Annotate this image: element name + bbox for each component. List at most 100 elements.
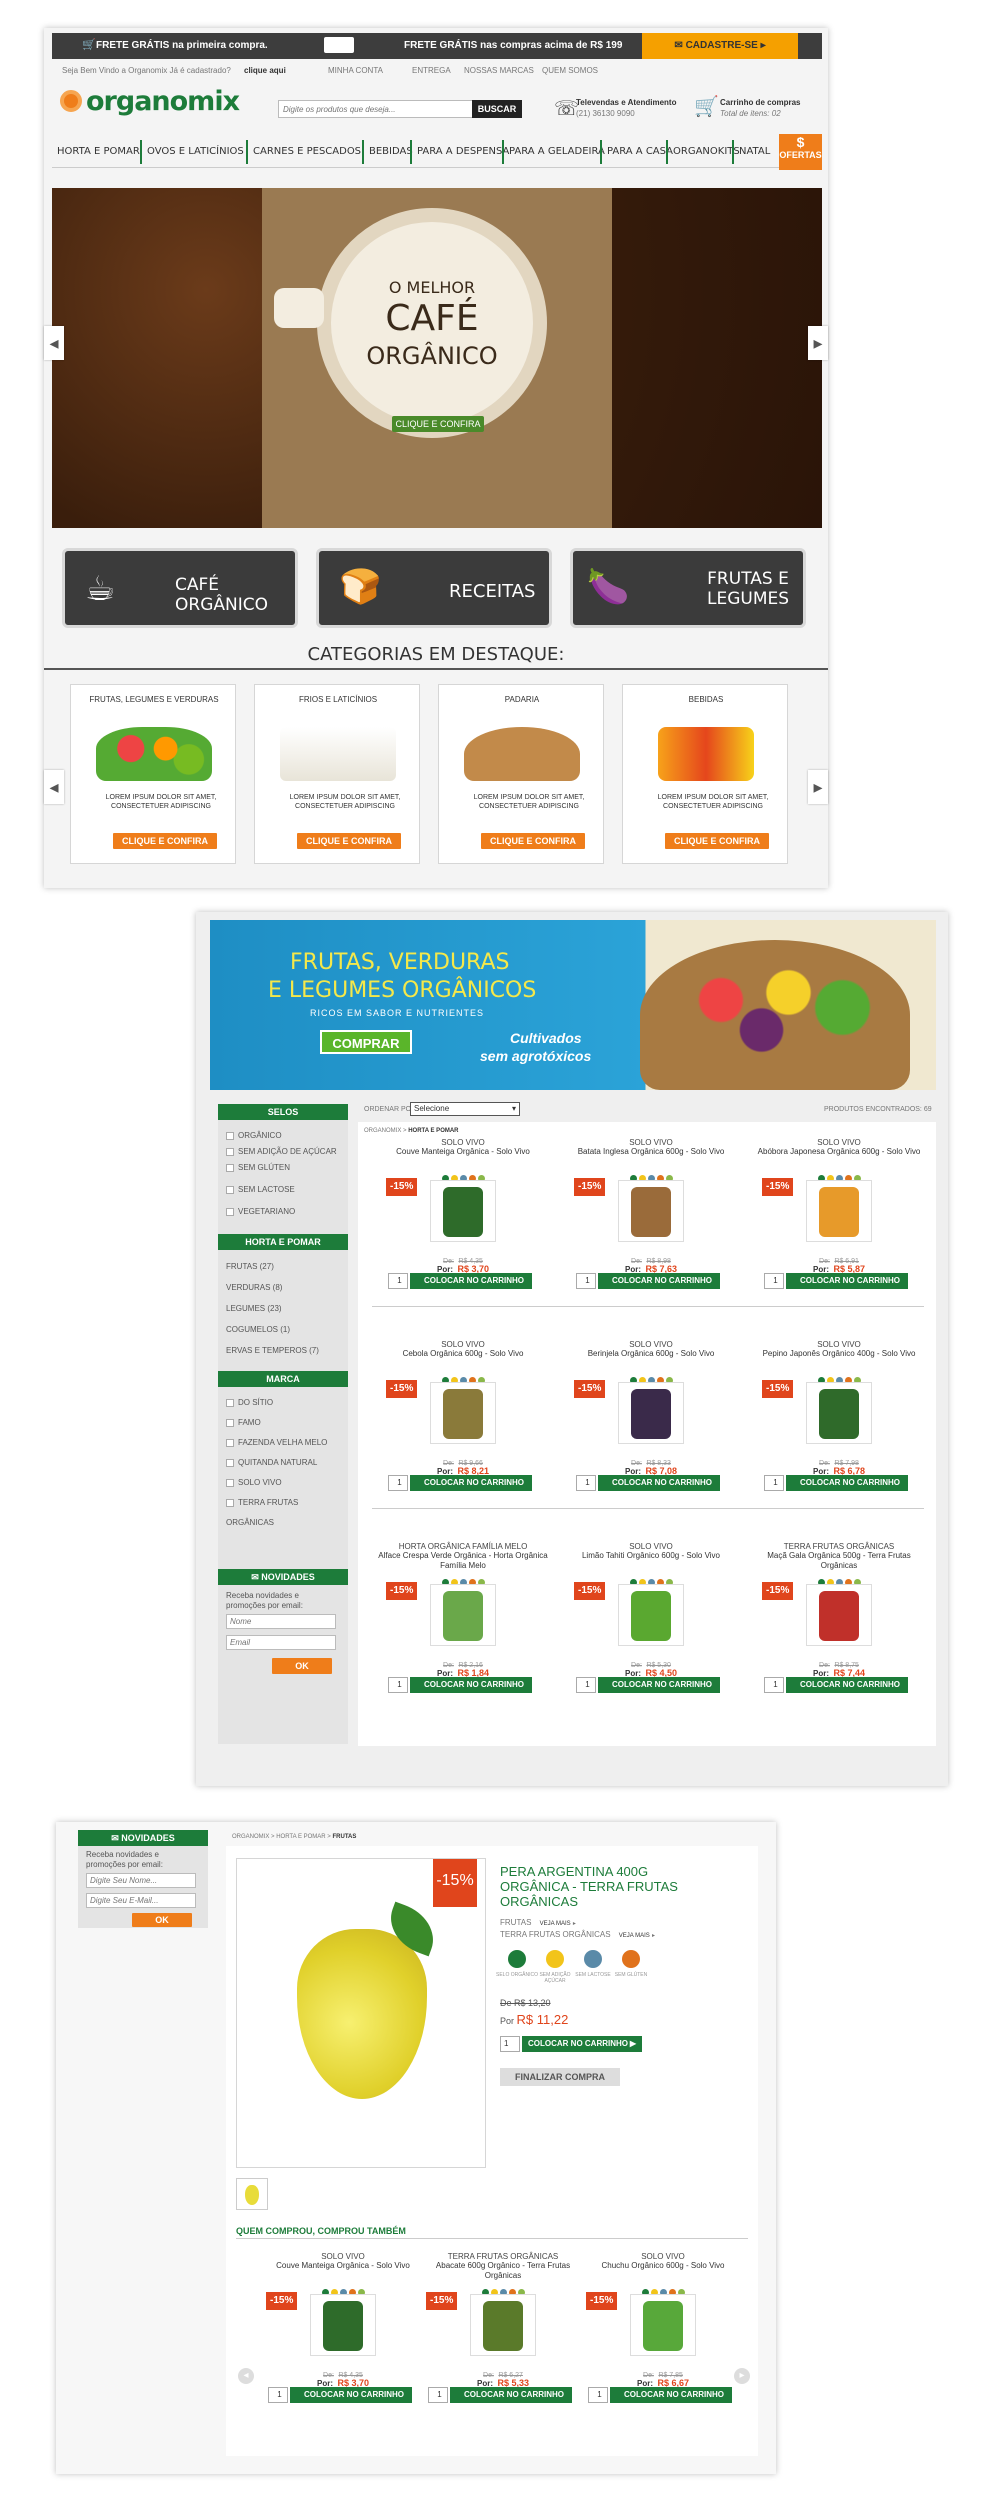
product-image[interactable] xyxy=(618,1180,684,1242)
promo-frutas-legumes[interactable]: 🍆 FRUTAS E LEGUMES xyxy=(570,548,806,628)
brands-link[interactable]: NOSSAS MARCAS xyxy=(464,66,534,75)
checkbox[interactable] xyxy=(226,1147,234,1156)
product-name[interactable]: Couve Manteiga Orgânica - Solo Vivo xyxy=(378,1147,548,1167)
search-button[interactable]: BUSCAR xyxy=(472,100,522,118)
product-name[interactable]: Alface Crespa Verde Orgânica - Horta Org… xyxy=(378,1551,548,1571)
product-image[interactable] xyxy=(618,1584,684,1646)
qty-stepper[interactable]: 1 xyxy=(764,1677,784,1693)
product-name[interactable]: Berinjela Orgânica 600g - Solo Vivo xyxy=(566,1349,736,1369)
hero-cta-button[interactable]: CLIQUE E CONFIRA xyxy=(392,416,484,432)
nav-geladeira[interactable]: PARA A GELADEIRA xyxy=(502,140,605,164)
add-to-cart-button[interactable]: COLOCAR NO CARRINHO xyxy=(450,2387,572,2403)
cat-cogumelos[interactable]: COGUMELOS (1) xyxy=(226,1319,340,1340)
listing-banner[interactable]: FRUTAS, VERDURAS E LEGUMES ORGÂNICOS RIC… xyxy=(210,920,936,1090)
checkbox[interactable] xyxy=(226,1458,234,1467)
crumb-link[interactable]: ORGANOMIX > xyxy=(232,1834,275,1840)
nav-ovos-laticinios[interactable]: OVOS E LATICÍNIOS xyxy=(140,140,244,164)
product-card[interactable]: HORTA ORGÂNICA FAMÍLIA MELO Alface Crespa… xyxy=(378,1542,548,1693)
product-card[interactable]: SOLO VIVO Cebola Orgânica 600g - Solo Viv… xyxy=(378,1340,548,1491)
nav-ofertas[interactable]: $ OFERTAS xyxy=(779,134,822,170)
product-image[interactable] xyxy=(618,1382,684,1444)
qty-stepper[interactable]: 1 xyxy=(388,1475,408,1491)
product-name[interactable]: Couve Manteiga Orgânica - Solo Vivo xyxy=(258,2261,428,2281)
checkbox[interactable] xyxy=(226,1185,234,1194)
brand-solo-vivo[interactable]: SOLO VIVO xyxy=(226,1473,340,1493)
seal-sem-gluten[interactable]: SEM GLÚTEN xyxy=(226,1160,340,1176)
nav-horta-pomar[interactable]: HORTA E POMAR xyxy=(52,140,140,164)
checkbox[interactable] xyxy=(226,1438,234,1447)
detail-qty-stepper[interactable]: 1 xyxy=(500,2036,520,2052)
hero-next-arrow[interactable]: ▸ xyxy=(808,326,828,360)
product-card[interactable]: SOLO VIVO Pepino Japonês Orgânico 400g - … xyxy=(754,1340,924,1491)
delivery-link[interactable]: ENTREGA xyxy=(412,66,451,75)
featured-card-cta[interactable]: CLIQUE E CONFIRA xyxy=(113,833,217,849)
product-card[interactable]: TERRA FRUTAS ORGÂNICAS Abacate 600g Orgân… xyxy=(418,2252,588,2403)
brand-do-sitio[interactable]: DO SÍTIO xyxy=(226,1393,340,1413)
seal-sem-acucar[interactable]: SEM ADIÇÃO DE AÇÚCAR xyxy=(226,1147,340,1157)
seal-sem-lactose[interactable]: SEM LACTOSE xyxy=(226,1182,340,1198)
shopping-cart-icon[interactable]: 🛒 xyxy=(694,94,719,119)
add-to-cart-button[interactable]: COLOCAR NO CARRINHO xyxy=(598,1677,720,1693)
qty-stepper[interactable]: 1 xyxy=(576,1475,596,1491)
nav-carnes-pescados[interactable]: CARNES E PESCADOS xyxy=(246,140,361,164)
featured-prev-arrow[interactable]: ◂ xyxy=(44,770,64,804)
product-card[interactable]: SOLO VIVO Chuchu Orgânico 600g - Solo Viv… xyxy=(578,2252,748,2403)
banner-buy-button[interactable]: COMPRAR xyxy=(320,1030,412,1054)
product-image[interactable] xyxy=(430,1584,496,1646)
add-to-cart-button[interactable]: COLOCAR NO CARRINHO xyxy=(598,1475,720,1491)
crumb-link[interactable]: HORTA E POMAR > xyxy=(276,1834,331,1840)
crumb-link[interactable]: ORGANOMIX > xyxy=(364,1128,407,1134)
nav-natal[interactable]: NATAL xyxy=(732,140,770,164)
qty-stepper[interactable]: 1 xyxy=(576,1677,596,1693)
promo-receitas[interactable]: 🍞 RECEITAS xyxy=(316,548,552,628)
brand-terra-frutas[interactable]: TERRA FRUTAS ORGÂNICAS xyxy=(226,1493,340,1533)
newsletter-email-input[interactable] xyxy=(226,1635,336,1650)
add-to-cart-button[interactable]: COLOCAR NO CARRINHO xyxy=(786,1475,908,1491)
order-select[interactable]: Selecione ▾ xyxy=(410,1102,520,1116)
featured-card-bebidas[interactable]: BEBIDAS LOREM IPSUM DOLOR SIT AMET, CONS… xyxy=(622,684,788,864)
cat-legumes[interactable]: LEGUMES (23) xyxy=(226,1298,340,1319)
product-image[interactable] xyxy=(806,1382,872,1444)
product-image[interactable] xyxy=(806,1180,872,1242)
cart-title[interactable]: Carrinho de compras xyxy=(720,98,800,107)
add-to-cart-button[interactable]: COLOCAR NO CARRINHO xyxy=(786,1273,908,1289)
detail-add-to-cart[interactable]: COLOCAR NO CARRINHO ▶ xyxy=(522,2036,642,2052)
checkbox[interactable] xyxy=(226,1207,234,1216)
add-to-cart-button[interactable]: COLOCAR NO CARRINHO xyxy=(290,2387,412,2403)
checkbox[interactable] xyxy=(226,1498,234,1507)
login-link[interactable]: clique aqui xyxy=(244,66,286,75)
product-image[interactable] xyxy=(806,1584,872,1646)
also-prev-arrow[interactable]: ◂ xyxy=(238,2368,254,2384)
product-card[interactable]: SOLO VIVO Abóbora Japonesa Orgânica 600g … xyxy=(754,1138,924,1289)
checkbox[interactable] xyxy=(226,1478,234,1487)
seal-vegetariano[interactable]: VEGETARIANO xyxy=(226,1204,340,1220)
newsletter-name-input[interactable] xyxy=(226,1614,336,1629)
hero-banner[interactable]: O MELHOR CAFÉ ORGÂNICO CLIQUE E CONFIRA xyxy=(52,188,822,528)
product-card[interactable]: SOLO VIVO Berinjela Orgânica 600g - Solo … xyxy=(566,1340,736,1491)
nav-despensa[interactable]: PARA A DESPENSA xyxy=(410,140,509,164)
featured-card-frutas[interactable]: FRUTAS, LEGUMES E VERDURAS LOREM IPSUM D… xyxy=(70,684,236,864)
featured-card-cta[interactable]: CLIQUE E CONFIRA xyxy=(481,833,585,849)
qty-stepper[interactable]: 1 xyxy=(428,2387,448,2403)
cat-ervas[interactable]: ERVAS E TEMPEROS (7) xyxy=(226,1340,340,1361)
about-link[interactable]: QUEM SOMOS xyxy=(542,66,598,75)
product-thumbnail[interactable] xyxy=(236,2178,268,2210)
qty-stepper[interactable]: 1 xyxy=(576,1273,596,1289)
nav-organokits[interactable]: ORGANOKITS xyxy=(666,140,740,164)
product-name[interactable]: Limão Tahiti Orgânico 600g - Solo Vivo xyxy=(566,1551,736,1571)
product-name[interactable]: Abóbora Japonesa Orgânica 600g - Solo Vi… xyxy=(754,1147,924,1167)
product-name[interactable]: Pepino Japonês Orgânico 400g - Solo Vivo xyxy=(754,1349,924,1369)
brand-quitanda[interactable]: QUITANDA NATURAL xyxy=(226,1453,340,1473)
promo-cafe-organico[interactable]: ☕ CAFÉ ORGÂNICO xyxy=(62,548,298,628)
featured-card-cta[interactable]: CLIQUE E CONFIRA xyxy=(297,833,401,849)
brand-fazenda-velha[interactable]: FAZENDA VELHA MELO xyxy=(226,1437,340,1449)
qty-stepper[interactable]: 1 xyxy=(268,2387,288,2403)
product-name[interactable]: Cebola Orgânica 600g - Solo Vivo xyxy=(378,1349,548,1369)
checkbox[interactable] xyxy=(226,1398,234,1407)
checkbox[interactable] xyxy=(226,1131,234,1140)
add-to-cart-button[interactable]: COLOCAR NO CARRINHO xyxy=(786,1677,908,1693)
newsletter-ok-button[interactable]: OK xyxy=(272,1658,332,1674)
hero-prev-arrow[interactable]: ◂ xyxy=(44,326,64,360)
featured-card-cta[interactable]: CLIQUE E CONFIRA xyxy=(665,833,769,849)
checkbox[interactable] xyxy=(226,1163,234,1172)
